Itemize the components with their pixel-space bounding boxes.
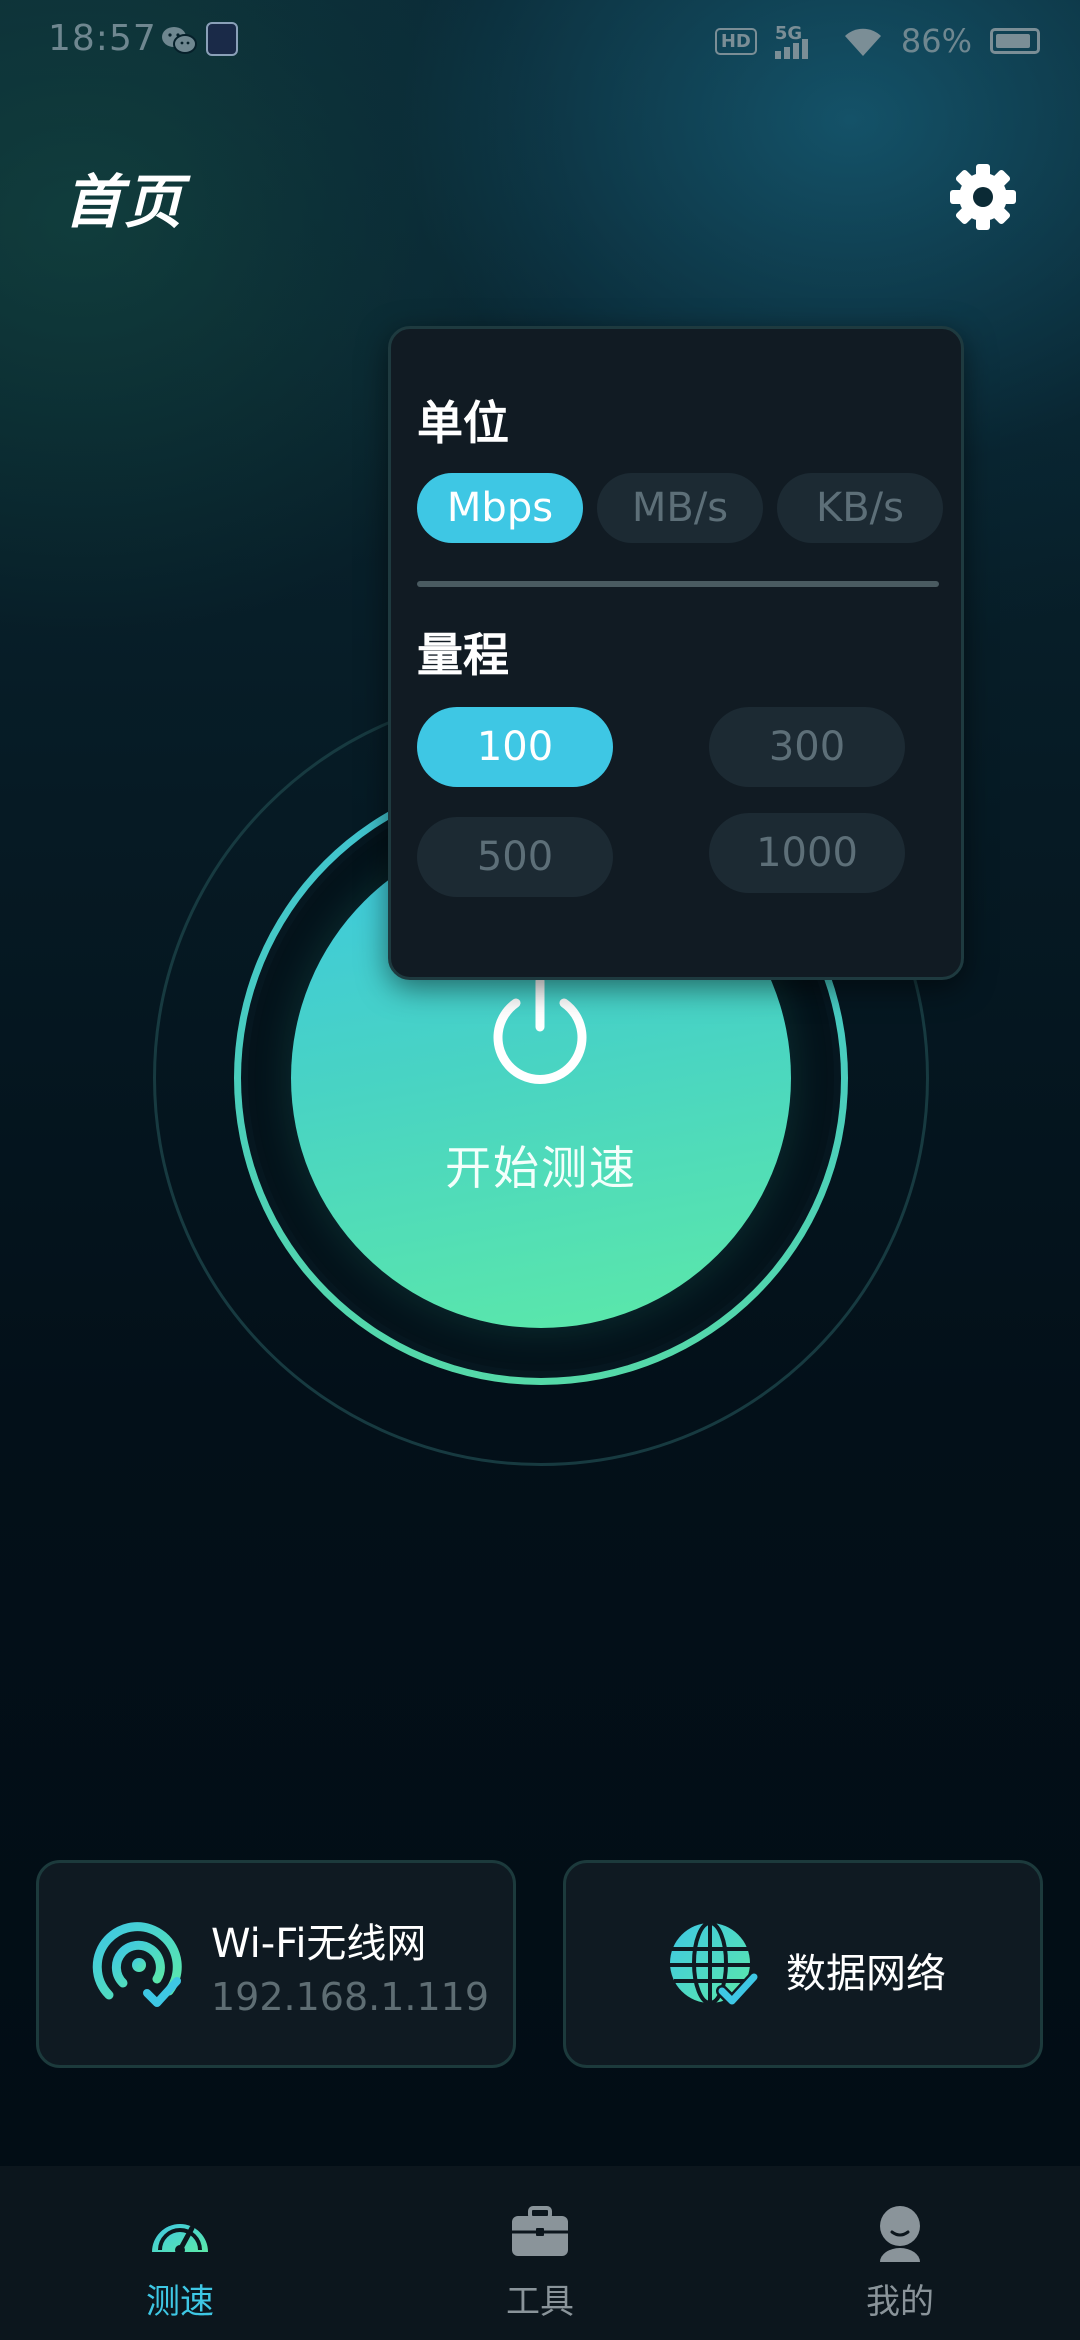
wechat-icon xyxy=(162,27,197,54)
unit-heading: 单位 xyxy=(417,396,509,450)
range-option-300[interactable]: 300 xyxy=(709,707,905,787)
wifi-card-title: Wi-Fi无线网 xyxy=(211,1921,427,1967)
start-test-label[interactable]: 开始测速 xyxy=(291,1132,791,1198)
bottom-navigation: 测速 工具 我的 xyxy=(0,2166,1080,2340)
wifi-check-icon xyxy=(92,1922,182,2007)
nav-speed-test[interactable]: 测速 xyxy=(80,2166,280,2340)
battery-icon xyxy=(990,28,1040,54)
gear-icon[interactable] xyxy=(948,162,1018,232)
nav-tools[interactable]: 工具 xyxy=(440,2166,640,2340)
signal-5g-icon: 5G xyxy=(774,23,825,59)
range-heading: 量程 xyxy=(417,628,509,682)
wifi-network-card[interactable]: Wi-Fi无线网 192.168.1.119 xyxy=(36,1860,516,2068)
unit-option-kb-per-s[interactable]: KB/s xyxy=(777,473,943,543)
wifi-card-ip: 192.168.1.119 xyxy=(211,1975,490,2019)
popup-divider xyxy=(417,581,939,587)
status-bar: 18:57 HD 5G 86% xyxy=(0,0,1080,84)
nav-label-speed-test: 测速 xyxy=(146,2282,214,2322)
range-option-100[interactable]: 100 xyxy=(417,707,613,787)
unit-option-mbps[interactable]: Mbps xyxy=(417,473,583,543)
toolbox-icon xyxy=(512,2206,568,2256)
battery-percent: 86% xyxy=(900,22,972,60)
speedometer-icon xyxy=(152,2224,208,2255)
nav-me[interactable]: 我的 xyxy=(800,2166,1000,2340)
nav-label-tools: 工具 xyxy=(506,2282,574,2322)
mobile-data-card[interactable]: 数据网络 xyxy=(563,1860,1043,2068)
status-time: 18:57 xyxy=(48,18,157,59)
user-icon xyxy=(880,2206,920,2262)
unit-option-mb-per-s[interactable]: MB/s xyxy=(597,473,763,543)
nav-label-me: 我的 xyxy=(866,2282,934,2322)
power-icon xyxy=(493,976,587,1084)
page-title: 首页 xyxy=(64,168,185,236)
settings-popup: 单位 Mbps MB/s KB/s 量程 100 300 500 1000 xyxy=(388,326,964,980)
hd-voice-icon: HD xyxy=(714,27,757,55)
status-right-group: HD 5G 86% xyxy=(714,22,1040,60)
app-notification-icon xyxy=(206,22,238,56)
data-card-title: 数据网络 xyxy=(786,1951,946,1997)
wifi-icon xyxy=(844,28,881,56)
range-option-500[interactable]: 500 xyxy=(417,817,613,897)
globe-check-icon xyxy=(670,1921,760,2007)
range-option-1000[interactable]: 1000 xyxy=(709,813,905,893)
